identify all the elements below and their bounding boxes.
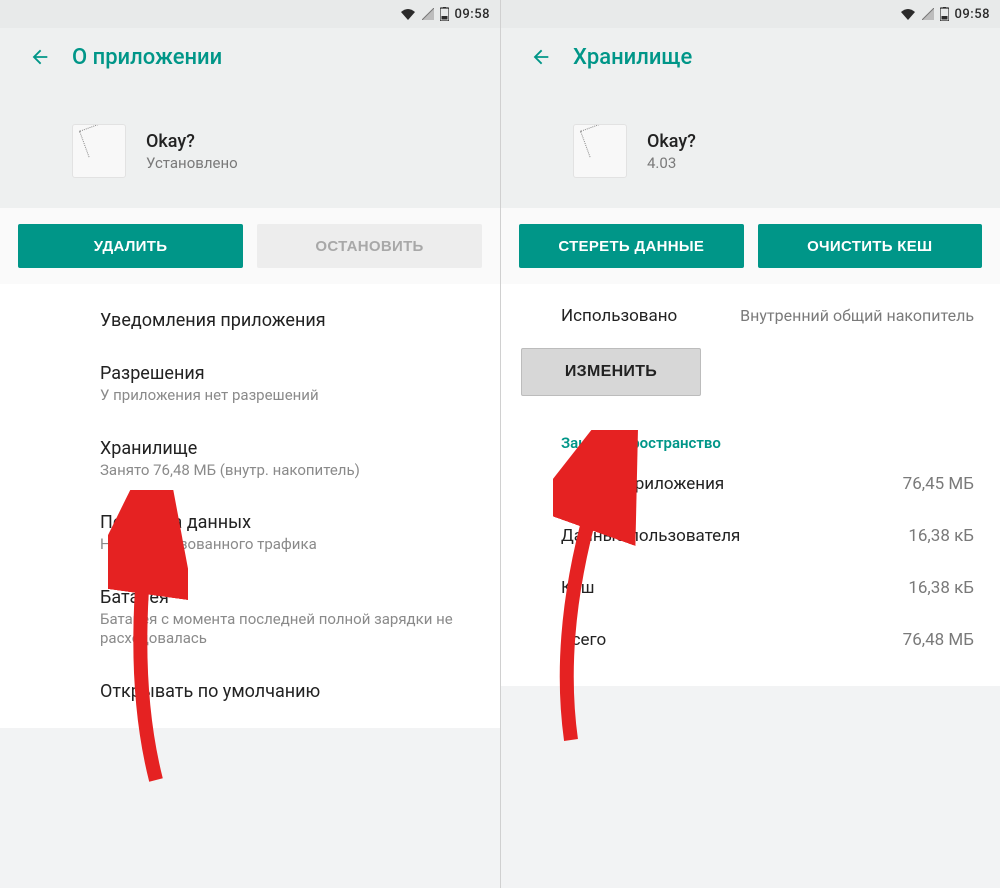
app-icon	[573, 124, 627, 178]
item-open-default[interactable]: Открывать по умолчанию	[0, 665, 500, 718]
item-sublabel: У приложения нет разрешений	[100, 386, 478, 406]
wifi-icon	[900, 8, 916, 20]
app-version: 4.03	[647, 154, 696, 172]
app-name: Okay?	[647, 131, 696, 152]
row-user-data: Данные пользователя 16,38 кБ	[501, 510, 1000, 562]
row-label: Размер приложения	[561, 474, 903, 494]
app-name: Okay?	[146, 131, 238, 152]
item-label: Передача данных	[100, 512, 478, 533]
screen-app-info: 09:58 О приложении Okay? Установлено УДА…	[0, 0, 500, 888]
usage-label: Использовано	[561, 306, 701, 326]
clock-text: 09:58	[455, 7, 490, 22]
page-title: О приложении	[72, 45, 222, 70]
item-data-usage[interactable]: Передача данных Нет использованного траф…	[0, 496, 500, 571]
app-header: Okay? 4.03	[501, 86, 1000, 208]
clear-cache-button[interactable]: ОЧИСТИТЬ КЕШ	[758, 224, 983, 268]
battery-icon	[440, 7, 449, 21]
item-label: Батарея	[100, 587, 478, 608]
row-app-size: Размер приложения 76,45 МБ	[501, 458, 1000, 510]
change-storage-button[interactable]: ИЗМЕНИТЬ	[521, 348, 701, 396]
clock-text: 09:58	[955, 7, 990, 22]
screen-storage: 09:58 Хранилище Okay? 4.03 СТЕРЕТЬ ДАННЫ…	[500, 0, 1000, 888]
app-status: Установлено	[146, 154, 238, 172]
row-value: 76,45 МБ	[903, 474, 974, 494]
row-label: Всего	[561, 630, 903, 650]
force-stop-button: ОСТАНОВИТЬ	[257, 224, 482, 268]
item-sublabel: Нет использованного трафика	[100, 535, 478, 555]
action-buttons: СТЕРЕТЬ ДАННЫЕ ОЧИСТИТЬ КЕШ	[501, 208, 1000, 284]
action-buttons: УДАЛИТЬ ОСТАНОВИТЬ	[0, 208, 500, 284]
section-title: Занятое пространство	[501, 416, 1000, 458]
page-title: Хранилище	[573, 45, 692, 70]
status-bar: 09:58	[0, 0, 500, 28]
row-cache: Кеш 16,38 кБ	[501, 562, 1000, 614]
row-label: Кеш	[561, 578, 908, 598]
row-value: 16,38 кБ	[908, 526, 974, 546]
usage-location: Внутренний общий накопитель	[701, 306, 974, 326]
app-bar: О приложении	[0, 28, 500, 86]
item-sublabel: Батарея с момента последней полной заряд…	[100, 610, 478, 649]
row-label: Данные пользователя	[561, 526, 908, 546]
uninstall-button[interactable]: УДАЛИТЬ	[18, 224, 243, 268]
item-permissions[interactable]: Разрешения У приложения нет разрешений	[0, 347, 500, 422]
signal-icon	[422, 8, 434, 20]
item-battery[interactable]: Батарея Батарея с момента последней полн…	[0, 571, 500, 665]
settings-list: Уведомления приложения Разрешения У прил…	[0, 284, 500, 728]
row-total: Всего 76,48 МБ	[501, 614, 1000, 666]
row-value: 76,48 МБ	[903, 630, 974, 650]
back-button[interactable]	[20, 37, 60, 77]
item-label: Хранилище	[100, 438, 478, 459]
app-icon	[72, 124, 126, 178]
item-label: Уведомления приложения	[100, 310, 478, 331]
item-label: Открывать по умолчанию	[100, 681, 478, 702]
storage-usage-row: Использовано Внутренний общий накопитель	[501, 284, 1000, 336]
item-label: Разрешения	[100, 363, 478, 384]
back-button[interactable]	[521, 37, 561, 77]
battery-icon	[940, 7, 949, 21]
status-bar: 09:58	[501, 0, 1000, 28]
item-sublabel: Занято 76,48 МБ (внутр. накопитель)	[100, 461, 478, 481]
item-storage[interactable]: Хранилище Занято 76,48 МБ (внутр. накопи…	[0, 422, 500, 497]
wifi-icon	[400, 8, 416, 20]
item-notifications[interactable]: Уведомления приложения	[0, 294, 500, 347]
row-value: 16,38 кБ	[908, 578, 974, 598]
signal-icon	[922, 8, 934, 20]
clear-data-button[interactable]: СТЕРЕТЬ ДАННЫЕ	[519, 224, 744, 268]
app-bar: Хранилище	[501, 28, 1000, 86]
app-header: Okay? Установлено	[0, 86, 500, 208]
